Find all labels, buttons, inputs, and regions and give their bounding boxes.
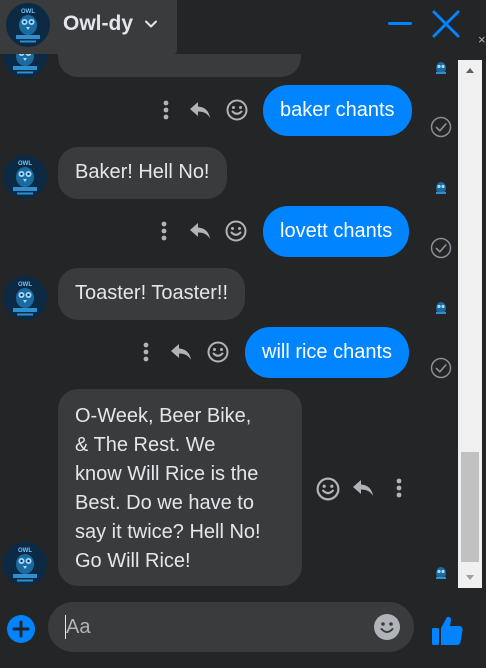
scroll-down-arrow-icon[interactable] [458,568,482,588]
message-list[interactable]: baker chants Baker! Hell No! lovett chan… [0,54,458,590]
chat-header: Owl-dy × [0,0,486,54]
owl-avatar [3,155,47,199]
message-bubble-outgoing[interactable]: will rice chants [245,327,410,378]
message-text: Baker! Hell No! [75,161,210,183]
minimize-icon[interactable] [386,10,414,38]
seen-avatar [434,180,448,196]
message-input[interactable] [66,614,346,640]
more-options-icon[interactable] [388,477,410,499]
message-text: baker chants [280,99,395,121]
message-line: Best. Do we have to [75,492,254,514]
reply-icon[interactable] [188,220,212,242]
scroll-up-arrow-icon[interactable] [458,60,482,80]
close-icon[interactable] [430,8,462,40]
owl-avatar [3,54,47,78]
sent-check-icon [430,357,452,379]
owl-avatar [3,276,47,320]
message-bubble-partial [58,54,301,77]
message-line: O-Week, Beer Bike, [75,405,252,427]
more-options-icon[interactable] [135,341,157,363]
chevron-down-icon[interactable] [144,17,158,31]
message-line: Go Will Rice! [75,550,191,572]
react-icon[interactable] [225,220,247,242]
sent-check-icon [430,116,452,138]
emoji-icon[interactable] [374,614,400,640]
message-bubble-outgoing[interactable]: lovett chants [263,206,410,257]
composer-bar [0,590,486,668]
text-caret [65,615,66,639]
seen-avatar [434,60,448,76]
owl-avatar[interactable] [6,3,50,47]
message-bubble-outgoing[interactable]: baker chants [263,85,412,136]
scrollbar-thumb[interactable] [461,452,479,562]
message-bubble-incoming[interactable]: Baker! Hell No! [58,147,227,199]
message-text: Toaster! Toaster!! [75,282,229,304]
sent-check-icon [430,237,452,259]
message-text: lovett chants [280,220,393,242]
reply-icon[interactable] [169,341,193,363]
conversation-title[interactable]: Owl-dy [63,12,133,36]
thumbs-up-icon[interactable] [430,614,464,648]
message-text: will rice chants [262,341,393,363]
message-bubble-incoming[interactable]: Toaster! Toaster!! [58,268,246,320]
owl-avatar [3,542,47,586]
seen-avatar [434,300,448,316]
plus-icon[interactable] [6,614,36,644]
message-bubble-incoming[interactable]: O-Week, Beer Bike, & The Rest. We know W… [58,389,302,586]
react-icon[interactable] [226,99,248,121]
reply-icon[interactable] [351,477,375,499]
conversation-title-button[interactable]: Owl-dy [0,0,177,54]
message-input-container[interactable] [48,602,414,652]
react-icon[interactable] [207,341,229,363]
message-line: & The Rest. We [75,434,216,456]
react-icon[interactable] [316,477,340,501]
message-scrollbar[interactable] [458,60,482,588]
edge-close-glyph: × [478,32,486,47]
reply-icon[interactable] [188,99,212,121]
more-options-icon[interactable] [155,99,177,121]
message-line: know Will Rice is the [75,463,259,485]
more-options-icon[interactable] [153,220,175,242]
seen-avatar [434,565,448,581]
message-line: say it twice? Hell No! [75,521,261,543]
